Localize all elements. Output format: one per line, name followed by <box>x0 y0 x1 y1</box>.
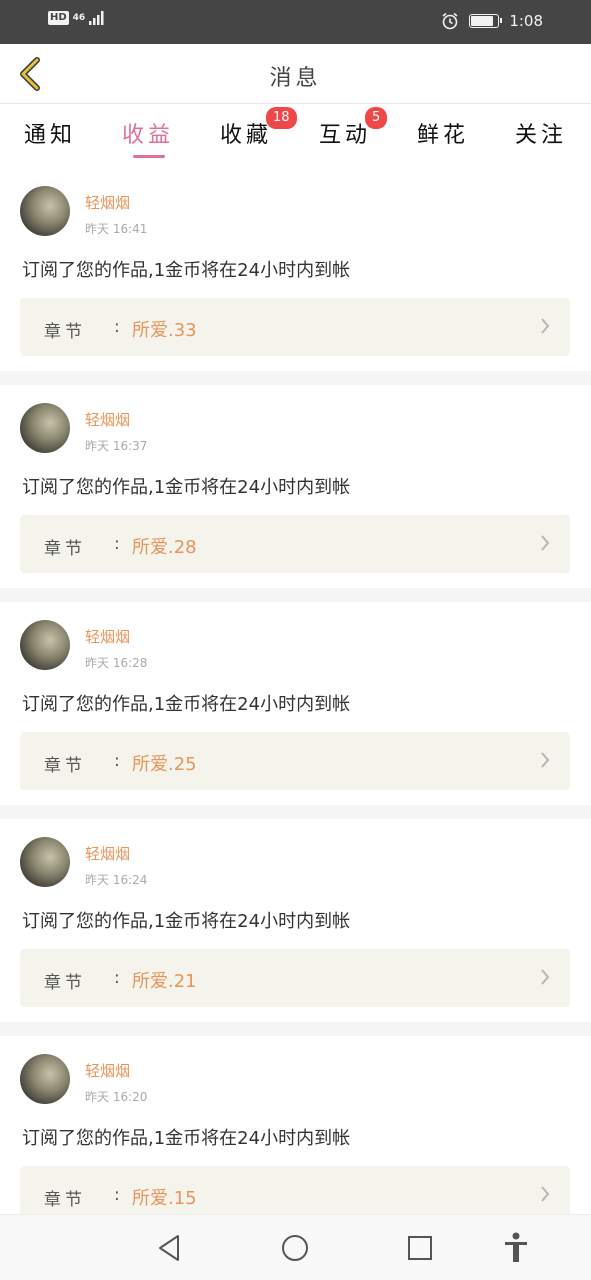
tab-label: 互动 <box>319 123 372 148</box>
home-circle-icon <box>282 1235 308 1261</box>
chapter-name: 所爱.15 <box>132 1188 197 1209</box>
chapter-label: 章节 <box>44 539 86 559</box>
chapter-link[interactable]: 章节 : 所爱.25 <box>20 732 570 790</box>
username[interactable]: 轻烟烟 <box>85 1060 130 1081</box>
unread-badge: 18 <box>266 107 297 129</box>
app-header: 消息 <box>0 44 591 104</box>
tab-interactions[interactable]: 互动 5 <box>319 107 388 149</box>
chapter-label: 章节 <box>44 973 86 993</box>
chapter-colon: : <box>114 317 120 337</box>
chevron-right-icon <box>541 969 550 985</box>
recents-square-icon <box>408 1236 432 1260</box>
chapter-label: 章节 <box>44 322 86 342</box>
signal-icon <box>89 11 104 25</box>
list-item: 轻烟烟 昨天 16:24 订阅了您的作品,1金币将在24小时内到帐 章节 : 所… <box>0 819 591 1022</box>
nav-recents-button[interactable] <box>403 1231 437 1265</box>
timestamp: 昨天 16:24 <box>85 873 148 887</box>
chevron-right-icon <box>541 535 550 551</box>
chapter-colon: : <box>114 751 120 771</box>
avatar[interactable] <box>20 186 70 236</box>
list-item: 轻烟烟 昨天 16:41 订阅了您的作品,1金币将在24小时内到帐 章节 : 所… <box>0 168 591 371</box>
tab-label: 收益 <box>122 123 175 148</box>
active-tab-indicator <box>133 155 165 158</box>
tab-label: 收藏 <box>220 123 273 148</box>
timestamp: 昨天 16:28 <box>85 656 148 670</box>
battery-fill <box>471 16 494 26</box>
unread-badge: 5 <box>365 107 388 129</box>
chapter-name: 所爱.33 <box>132 320 197 341</box>
chevron-right-icon <box>541 318 550 334</box>
timestamp: 昨天 16:20 <box>85 1090 148 1104</box>
hd-indicator: HD <box>48 11 69 25</box>
back-triangle-icon <box>159 1235 179 1261</box>
chapter-colon: : <box>114 968 120 988</box>
list-item: 轻烟烟 昨天 16:37 订阅了您的作品,1金币将在24小时内到帐 章节 : 所… <box>0 385 591 588</box>
tab-following[interactable]: 关注 <box>515 117 567 149</box>
chapter-link[interactable]: 章节 : 所爱.33 <box>20 298 570 356</box>
alarm-icon <box>442 12 458 30</box>
message-text: 订阅了您的作品,1金币将在24小时内到帐 <box>22 477 351 498</box>
chevron-right-icon <box>541 752 550 768</box>
status-bar: HD 46 1:08 <box>0 0 591 44</box>
nav-accessibility-button[interactable] <box>499 1231 533 1265</box>
chapter-link[interactable]: 章节 : 所爱.21 <box>20 949 570 1007</box>
chapter-label: 章节 <box>44 756 86 776</box>
avatar[interactable] <box>20 837 70 887</box>
clock: 1:08 <box>509 12 543 30</box>
page-title: 消息 <box>269 66 322 91</box>
chapter-link[interactable]: 章节 : 所爱.28 <box>20 515 570 573</box>
username[interactable]: 轻烟烟 <box>85 192 130 213</box>
chapter-label: 章节 <box>44 1190 86 1210</box>
username[interactable]: 轻烟烟 <box>85 843 130 864</box>
status-right: 1:08 <box>441 12 543 30</box>
timestamp: 昨天 16:41 <box>85 222 148 236</box>
battery-icon <box>469 14 503 28</box>
tab-earnings[interactable]: 收益 <box>122 117 174 149</box>
system-nav-bar <box>0 1214 591 1280</box>
status-left: HD 46 <box>48 11 105 25</box>
chapter-link[interactable]: 章节 : 所爱.15 <box>20 1166 570 1214</box>
tab-label: 通知 <box>24 123 77 148</box>
chapter-name: 所爱.25 <box>132 754 197 775</box>
avatar[interactable] <box>20 403 70 453</box>
tab-flowers[interactable]: 鲜花 <box>417 117 469 149</box>
message-text: 订阅了您的作品,1金币将在24小时内到帐 <box>22 694 351 715</box>
message-list[interactable]: 轻烟烟 昨天 16:41 订阅了您的作品,1金币将在24小时内到帐 章节 : 所… <box>0 168 591 1214</box>
nav-back-button[interactable] <box>152 1231 186 1265</box>
chapter-name: 所爱.21 <box>132 971 197 992</box>
network-type: 46 <box>72 12 86 23</box>
list-item: 轻烟烟 昨天 16:28 订阅了您的作品,1金币将在24小时内到帐 章节 : 所… <box>0 602 591 805</box>
nav-home-button[interactable] <box>278 1231 312 1265</box>
chevron-right-icon <box>541 1186 550 1202</box>
chapter-colon: : <box>114 534 120 554</box>
message-text: 订阅了您的作品,1金币将在24小时内到帐 <box>22 260 351 281</box>
tab-label: 鲜花 <box>417 123 470 148</box>
chapter-colon: : <box>114 1185 120 1205</box>
avatar[interactable] <box>20 620 70 670</box>
tab-label: 关注 <box>515 123 568 148</box>
list-item: 轻烟烟 昨天 16:20 订阅了您的作品,1金币将在24小时内到帐 章节 : 所… <box>0 1036 591 1214</box>
chapter-name: 所爱.28 <box>132 537 197 558</box>
message-text: 订阅了您的作品,1金币将在24小时内到帐 <box>22 911 351 932</box>
tab-bar: 通知 收益 收藏 18 互动 5 鲜花 关注 <box>0 105 591 165</box>
avatar[interactable] <box>20 1054 70 1104</box>
tab-favorites[interactable]: 收藏 18 <box>220 107 297 149</box>
tab-notifications[interactable]: 通知 <box>24 117 76 149</box>
message-text: 订阅了您的作品,1金币将在24小时内到帐 <box>22 1128 351 1149</box>
username[interactable]: 轻烟烟 <box>85 409 130 430</box>
accessibility-icon <box>505 1232 527 1262</box>
timestamp: 昨天 16:37 <box>85 439 148 453</box>
username[interactable]: 轻烟烟 <box>85 626 130 647</box>
